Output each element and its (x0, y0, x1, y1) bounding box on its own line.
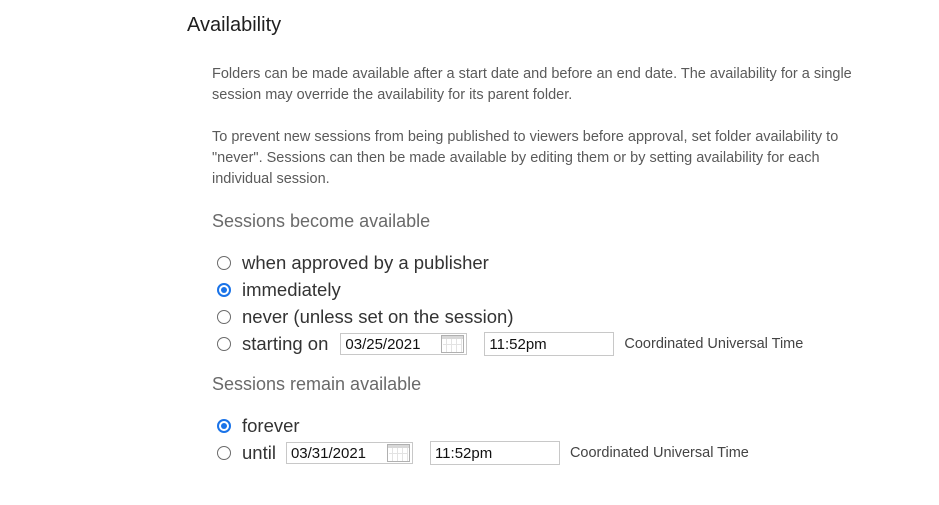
option-immediately[interactable]: immediately (217, 278, 341, 302)
option-label: never (unless set on the session) (242, 306, 514, 327)
become-available-heading: Sessions become available (212, 211, 431, 231)
start-date-input[interactable] (341, 334, 442, 354)
availability-description: Folders can be made available after a st… (212, 66, 852, 103)
option-label: starting on (242, 333, 329, 354)
remain-available-heading: Sessions remain available (212, 374, 422, 394)
start-timezone-label: Coordinated Universal Time (624, 336, 804, 352)
page-title: Availability (187, 14, 282, 36)
radio-starting-on[interactable] (217, 337, 231, 351)
end-timezone-label: Coordinated Universal Time (569, 445, 749, 461)
start-time-field[interactable] (484, 332, 615, 356)
option-label: forever (242, 415, 300, 436)
end-date-input[interactable] (286, 443, 387, 463)
calendar-icon[interactable] (441, 335, 465, 353)
option-label: when approved by a publisher (242, 252, 489, 273)
radio-until[interactable] (217, 446, 231, 460)
start-date-field[interactable] (340, 333, 468, 355)
calendar-icon[interactable] (386, 444, 410, 462)
radio-when-approved[interactable] (217, 256, 231, 270)
option-forever[interactable]: forever (217, 414, 300, 438)
option-label: immediately (242, 279, 341, 300)
option-starting-on[interactable]: starting on Coordinated Universal Time (217, 332, 803, 356)
option-label: until (242, 442, 276, 463)
end-time-field[interactable] (429, 441, 560, 465)
option-when-approved[interactable]: when approved by a publisher (217, 251, 489, 275)
radio-forever[interactable] (217, 419, 231, 433)
approval-description: To prevent new sessions from being publi… (212, 129, 839, 187)
start-time-input[interactable] (485, 334, 614, 354)
radio-never[interactable] (217, 310, 231, 324)
option-never[interactable]: never (unless set on the session) (217, 305, 513, 329)
end-date-field[interactable] (285, 442, 413, 464)
end-time-input[interactable] (430, 443, 559, 463)
radio-immediately[interactable] (217, 283, 231, 297)
option-until[interactable]: until Coordinated Universal Time (217, 441, 749, 465)
